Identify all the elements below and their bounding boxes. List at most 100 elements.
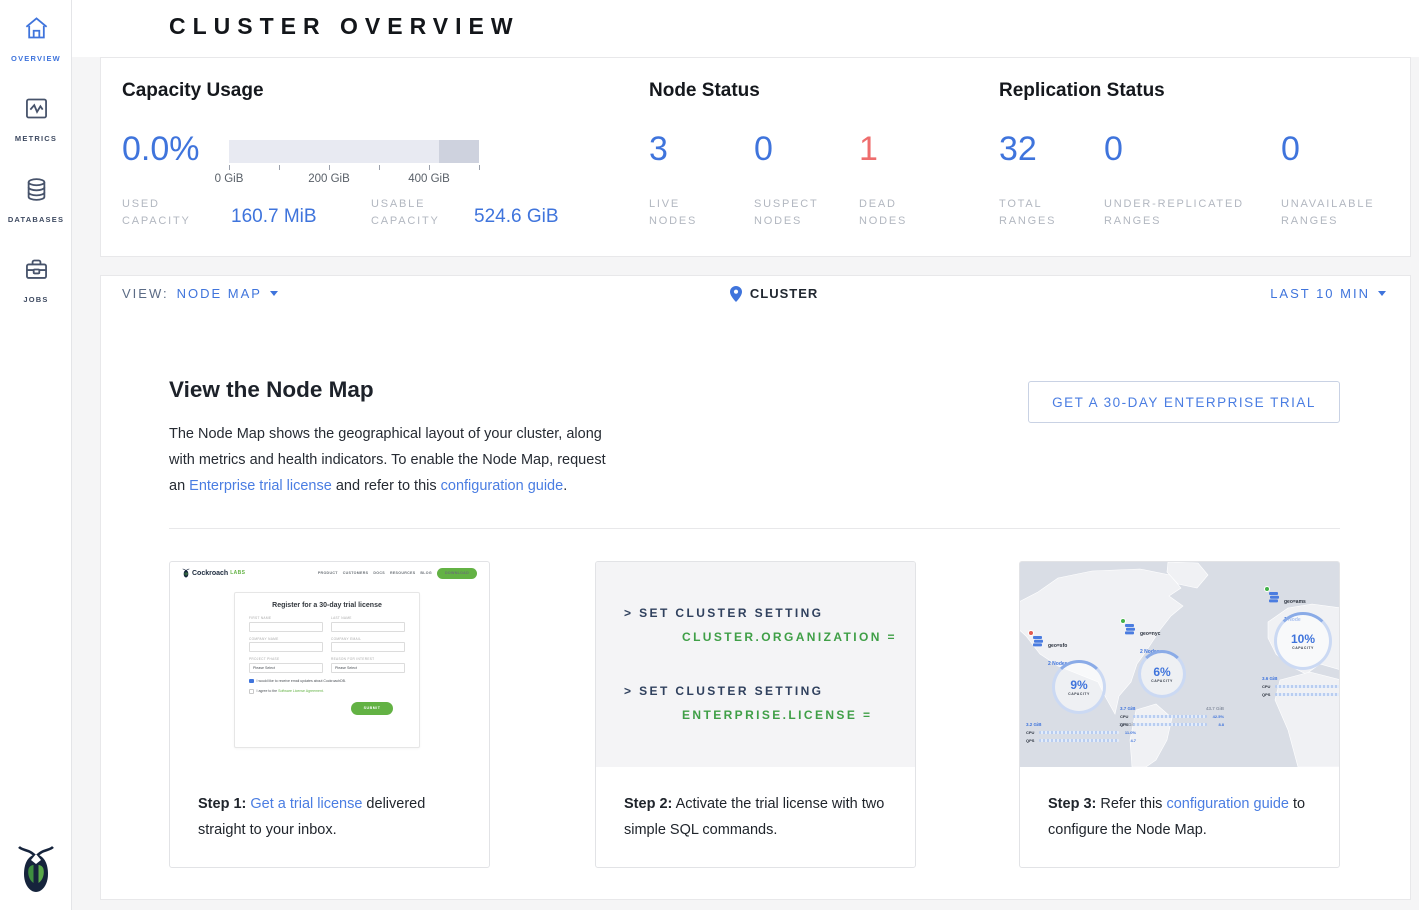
dead-nodes-label: DEADNODES [859, 196, 907, 230]
home-icon [23, 15, 50, 42]
step3-caption: Step 3: Refer this configuration guide t… [1020, 767, 1339, 843]
description-text: and refer to this [332, 478, 441, 494]
status-dot-green [1264, 586, 1270, 592]
configuration-guide-link[interactable]: configuration guide [441, 478, 564, 494]
submit-button: SUBMIT [351, 702, 393, 715]
enterprise-trial-button[interactable]: GET A 30-DAY ENTERPRISE TRIAL [1028, 381, 1340, 423]
email-updates-checkbox [249, 679, 254, 684]
under-replicated-ranges-value: 0 [1104, 130, 1123, 169]
sidebar-item-metrics[interactable]: METRICS [0, 95, 72, 146]
node-stack-icon [1268, 590, 1280, 602]
form-title: Register for a 30-day trial license [249, 602, 405, 609]
total-ranges-label: TOTALRANGES [999, 196, 1056, 230]
sql-commands-snippet: > SET CLUSTER SETTING CLUSTER.ORGANIZATI… [596, 562, 915, 767]
status-dot-green [1120, 618, 1126, 624]
axis-tick [429, 165, 430, 170]
sidebar-item-jobs[interactable]: JOBS [0, 256, 72, 307]
node-stack-icon [1032, 634, 1044, 646]
divider [169, 528, 1340, 529]
usable-capacity-value: 524.6 GiB [474, 206, 559, 228]
capacity-gauge-sfo: 9% CAPACITY [1052, 660, 1106, 714]
replication-status-title: Replication Status [999, 80, 1165, 102]
sidebar-item-databases[interactable]: DATABASES [0, 176, 72, 227]
suspect-nodes-label: SUSPECTNODES [754, 196, 819, 230]
node-stack-icon [1124, 622, 1136, 634]
get-trial-license-link[interactable]: Get a trial license [250, 796, 362, 812]
node-map-thumbnail: geo=sfo 2 Nodes 9% CAPACITY 3.2 GiB331 G… [1020, 562, 1339, 767]
cockroach-labs-logo: Cockroach LABS [182, 568, 245, 578]
used-capacity-value: 160.7 MiB [231, 206, 317, 228]
step2-card: > SET CLUSTER SETTING CLUSTER.ORGANIZATI… [595, 561, 916, 868]
sidebar-item-label: METRICS [15, 134, 57, 143]
configuration-guide-link[interactable]: configuration guide [1166, 796, 1289, 812]
axis-tick-label: 0 GiB [215, 173, 244, 185]
axis-tick [329, 165, 330, 170]
briefcase-icon [23, 256, 50, 283]
sidebar: OVERVIEW METRICS DATABASES JOBS [0, 0, 72, 910]
used-capacity-label: USEDCAPACITY [122, 196, 191, 230]
trial-registration-form: Register for a 30-day trial license FIRS… [234, 592, 420, 748]
capacity-bar-reserved-segment [439, 140, 479, 163]
under-replicated-ranges-label: UNDER-REPLICATEDRANGES [1104, 196, 1244, 230]
first-name-field [249, 622, 323, 632]
cockroachdb-logo-icon [17, 843, 55, 895]
sql-command: > SET CLUSTER SETTING [624, 606, 823, 620]
suspect-nodes-value: 0 [754, 130, 773, 169]
node-status-title: Node Status [649, 80, 760, 102]
unavailable-ranges-label: UNAVAILABLERANGES [1281, 196, 1374, 230]
live-nodes-label: LIVENODES [649, 196, 697, 230]
time-range-dropdown[interactable]: LAST 10 MIN [1270, 286, 1370, 301]
sidebar-item-label: DATABASES [8, 215, 64, 224]
view-bar: VIEW: NODE MAP CLUSTER LAST 10 MIN [100, 275, 1411, 312]
reason-for-interest-select: Please Select [331, 663, 405, 673]
axis-tick [479, 165, 480, 170]
node-stats-nyc: 3.7 GiB43.7 GiB CPU42.5% QPS8.8 [1120, 706, 1224, 727]
usable-capacity-label: USABLECAPACITY [371, 196, 440, 230]
node-stats-ams: 3.6 GiB36.6 GiB CPU58.3% QPS8.4 [1262, 676, 1339, 697]
node-map-description: The Node Map shows the geographical layo… [169, 421, 624, 499]
sidebar-item-label: JOBS [23, 295, 48, 304]
node-map-heading: View the Node Map [169, 377, 374, 403]
axis-tick-label: 400 GiB [408, 173, 450, 185]
sql-command: > SET CLUSTER SETTING [624, 684, 823, 698]
capacity-gauge-nyc: 6% CAPACITY [1138, 650, 1186, 698]
metrics-icon [23, 95, 50, 122]
enterprise-trial-license-link[interactable]: Enterprise trial license [189, 478, 332, 494]
step3-card: geo=sfo 2 Nodes 9% CAPACITY 3.2 GiB331 G… [1019, 561, 1340, 868]
view-label: VIEW: [122, 286, 169, 301]
sidebar-item-overview[interactable]: OVERVIEW [0, 15, 72, 66]
breadcrumb-cluster: CLUSTER [750, 286, 818, 301]
capacity-gauge-ams: 10% CAPACITY [1274, 612, 1332, 670]
sql-setting: CLUSTER.ORGANIZATION = [682, 630, 897, 644]
axis-tick [279, 165, 280, 170]
company-name-field [249, 642, 323, 652]
live-nodes-value: 3 [649, 130, 668, 169]
location-pin-icon [730, 286, 742, 302]
step1-caption: Step 1: Get a trial license delivered st… [170, 767, 489, 843]
total-ranges-value: 32 [999, 130, 1037, 169]
page-title: CLUSTER OVERVIEW [169, 13, 520, 40]
step1-card: Cockroach LABS PRODUCT CUSTOMERS DOCS RE… [169, 561, 490, 868]
axis-tick [229, 165, 230, 170]
trial-license-site-thumbnail: Cockroach LABS PRODUCT CUSTOMERS DOCS RE… [170, 562, 489, 767]
capacity-used-percent: 0.0% [122, 130, 200, 169]
cluster-summary-panel: Capacity Usage 0.0% 0 GiB 200 GiB 400 Gi… [100, 57, 1411, 257]
caret-down-icon[interactable] [270, 291, 278, 296]
last-name-field [331, 622, 405, 632]
status-dot-red [1028, 630, 1034, 636]
view-selector-dropdown[interactable]: NODE MAP [177, 286, 262, 301]
axis-tick-label: 200 GiB [308, 173, 350, 185]
project-phase-select: Please Select [249, 663, 323, 673]
step2-caption: Step 2: Activate the trial license with … [596, 767, 915, 843]
download-button: DOWNLOAD [437, 568, 477, 579]
capacity-bar [229, 140, 479, 163]
sql-setting: ENTERPRISE.LICENSE = [682, 708, 872, 722]
caret-down-icon[interactable] [1378, 291, 1386, 296]
sidebar-item-label: OVERVIEW [11, 54, 61, 63]
company-email-field [331, 642, 405, 652]
axis-tick [379, 165, 380, 170]
site-nav: PRODUCT CUSTOMERS DOCS RESOURCES BLOG DO… [318, 568, 477, 579]
license-agreement-checkbox [249, 689, 254, 694]
capacity-usage-title: Capacity Usage [122, 80, 264, 102]
unavailable-ranges-value: 0 [1281, 130, 1300, 169]
